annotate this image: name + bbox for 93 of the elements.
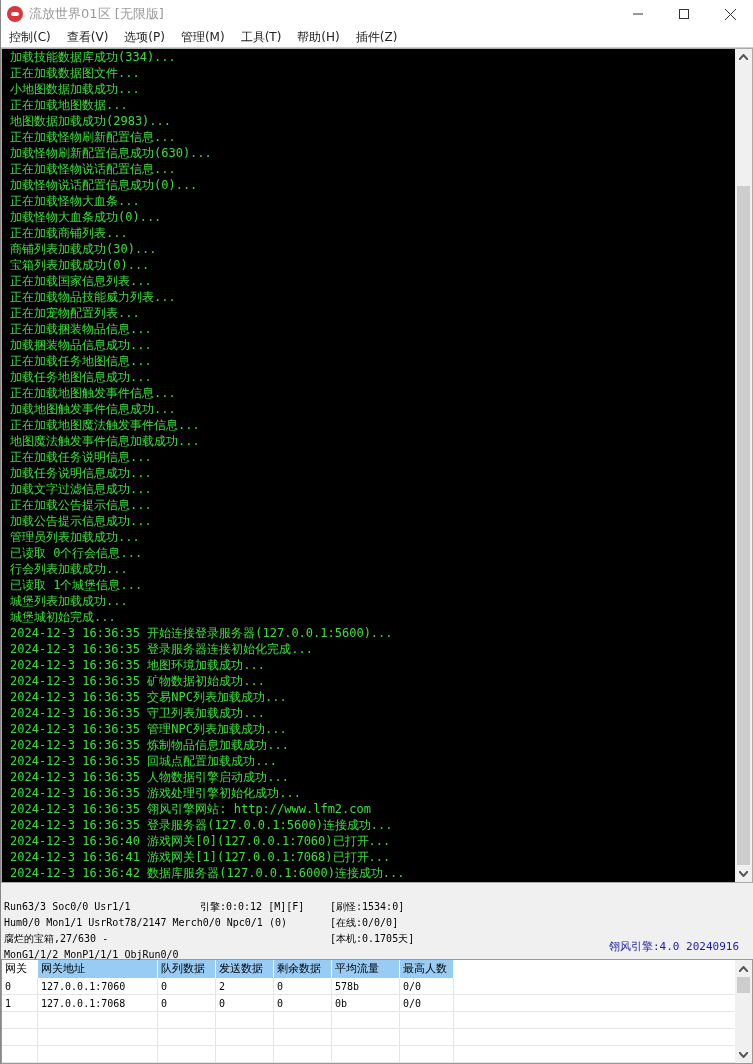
log-line: 2024-12-3 16:36:35 游戏处理引擎初始化成功... — [10, 784, 301, 801]
menu-item[interactable]: 管理(M) — [172, 28, 233, 47]
log-line: 加载地图触发事件信息成功... — [10, 400, 176, 417]
log-line: 管理员列表加载成功... — [10, 528, 140, 545]
log-line: 正在加载物品技能威力列表... — [10, 288, 176, 305]
table-cell: 1 — [5, 998, 12, 1009]
column-header[interactable]: 最高人数 — [400, 960, 454, 978]
status-text: Run63/3 Soc0/0 Usr1/1 — [4, 901, 131, 912]
menu-item[interactable]: 帮助(H) — [289, 28, 348, 47]
log-line: 正在加载地图触发事件信息... — [10, 384, 176, 401]
app-logo-icon — [7, 6, 23, 22]
log-line: 正在加载公告提示信息... — [10, 496, 152, 513]
log-line: 正在加载任务地图信息... — [10, 352, 152, 369]
table-cell: 0/0 — [403, 981, 422, 992]
maximize-icon — [679, 9, 689, 19]
log-line: 正在加载捆装物品信息... — [10, 320, 152, 337]
log-line: 正在加载数据图文件... — [10, 64, 140, 81]
window-title: 流放世界01区 [无限版] — [29, 5, 164, 24]
log-line: 城堡列表加载成功... — [10, 592, 128, 609]
table-cell: 0 — [277, 981, 284, 992]
log-line: 2024-12-3 16:36:35 矿物数据初始成功... — [10, 672, 265, 689]
log-line: 城堡城初始完成... — [10, 608, 116, 625]
column-header[interactable]: 平均流量 — [332, 960, 400, 978]
log-line: 正在加载国家信息列表... — [10, 272, 152, 289]
close-icon — [724, 8, 736, 20]
log-line: 2024-12-3 16:36:35 炼制物品信息加载成功... — [10, 736, 289, 753]
table-cell: 2 — [219, 981, 226, 992]
log-line: 2024-12-3 16:36:35 登录服务器(127.0.0.1:5600)连接成功... — [10, 816, 393, 833]
table-scrollbar[interactable] — [735, 960, 752, 1063]
status-text: [本机:0.1705天] — [330, 933, 415, 944]
log-line: 加载公告提示信息成功... — [10, 512, 152, 529]
log-line: 加载怪物大血条成功(0)... — [10, 208, 162, 225]
log-line: 商铺列表加载成功(30)... — [10, 240, 157, 257]
menu-item[interactable]: 选项(P) — [116, 28, 173, 47]
log-line: 加载捆装物品信息成功... — [10, 336, 152, 353]
column-header[interactable]: 网关地址 — [38, 960, 158, 978]
status-text: [在线:0/0/0] — [330, 917, 399, 928]
menu-item[interactable]: 插件(Z) — [347, 28, 406, 47]
table-cell: 0 — [5, 981, 12, 992]
log-line: 2024-12-3 16:36:35 地图环境加载成功... — [10, 656, 265, 673]
status-text: 引擎:0:0:12 [M][F] — [200, 901, 305, 912]
log-line: 宝箱列表加载成功(0)... — [10, 256, 150, 273]
log-line: 2024-12-3 16:36:42 数据库服务器(127.0.0.1:6000)连接成功... — [10, 864, 405, 881]
log-line: 正在加宠物配置列表... — [10, 304, 140, 321]
table-cell: 0 — [219, 998, 226, 1009]
table-cell: 0b — [335, 998, 348, 1009]
table-cell: 0 — [277, 998, 284, 1009]
table-cell: 127.0.0.1:7060 — [41, 981, 126, 992]
log-line: 2024-12-3 16:36:35 管理NPC列表加载成功... — [10, 720, 287, 737]
log-line: 正在加载怪物刷新配置信息... — [10, 128, 176, 145]
column-header[interactable]: 发送数据 — [216, 960, 274, 978]
log-line: 正在加载怪物大血条... — [10, 192, 140, 209]
log-line: 2024-12-3 16:36:41 游戏网关[1](127.0.0.1:7068)已打开... — [10, 848, 391, 865]
log-line: 2024-12-3 16:36:35 守卫列表加载成功... — [10, 704, 265, 721]
log-line: 加载任务地图信息成功... — [10, 368, 152, 385]
log-line: 小地图数据加载成功... — [10, 80, 140, 97]
log-line: 2024-12-3 16:36:35 回城点配置加载成功... — [10, 752, 277, 769]
table-cell: 0 — [161, 998, 168, 1009]
table-cell: 0/0 — [403, 998, 422, 1009]
menu-item[interactable]: 控制(C) — [1, 28, 59, 47]
log-line: 已读取 0个行会信息... — [10, 544, 143, 561]
log-line: 地图数据加载成功(2983)... — [10, 112, 172, 129]
log-line: 2024-12-3 16:36:35 翎风引擎网站: http://www.lfm2.com — [10, 800, 371, 817]
status-text: 腐烂的宝箱,27/630 - — [4, 933, 109, 944]
status-text: [刷怪:1534:0] — [330, 901, 405, 912]
column-header[interactable]: 剩余数据 — [274, 960, 332, 978]
log-line: 正在加载任务说明信息... — [10, 448, 152, 465]
log-line: 地图魔法触发事件信息加载成功... — [10, 432, 200, 449]
log-line: 正在加载地图数据... — [10, 96, 128, 113]
log-line: 加载任务说明信息成功... — [10, 464, 152, 481]
log-line: 2024-12-3 16:36:35 开始连接登录服务器(127.0.0.1:5600)... — [10, 624, 393, 641]
table-cell: 0 — [161, 981, 168, 992]
column-header[interactable]: 队列数据 — [158, 960, 216, 978]
log-line: 加载技能数据库成功(334)... — [10, 48, 176, 65]
log-line: 加载文字过滤信息成功... — [10, 480, 152, 497]
log-line: 行会列表加载成功... — [10, 560, 128, 577]
log-line: 2024-12-3 16:36:35 登录服务器连接初始化完成... — [10, 640, 313, 657]
log-line: 正在加载地图魔法触发事件信息... — [10, 416, 200, 433]
status-text: Hum0/0 Mon1/1 UsrRot78/2147 Merch0/0 Npc0/1 (0) — [4, 917, 287, 928]
log-line: 2024-12-3 16:36:35 交易NPC列表加载成功... — [10, 688, 287, 705]
table-cell: 127.0.0.1:7068 — [41, 998, 126, 1009]
version-label: 翎风引擎:4.0 20240916 — [608, 939, 739, 955]
log-line: 已读取 1个城堡信息... — [10, 576, 143, 593]
log-line: 2024-12-3 16:36:40 游戏网关[0](127.0.0.1:7060)已打开... — [10, 832, 391, 849]
log-line: 2024-12-3 16:36:35 人物数据引擎启动成功... — [10, 768, 289, 785]
log-line: 正在加载商铺列表... — [10, 224, 128, 241]
log-line: 加载怪物刷新配置信息成功(630)... — [10, 144, 212, 161]
log-line: 正在加载怪物说话配置信息... — [10, 160, 176, 177]
menu-item[interactable]: 查看(V) — [58, 28, 117, 47]
menu-item[interactable]: 工具(T) — [232, 28, 290, 47]
table-cell: 578b — [335, 981, 360, 992]
status-text: MonG1/1/2 MonP1/1/1 ObjRun0/0 — [4, 949, 179, 960]
log-line: 加载怪物说话配置信息成功(0)... — [10, 176, 198, 193]
